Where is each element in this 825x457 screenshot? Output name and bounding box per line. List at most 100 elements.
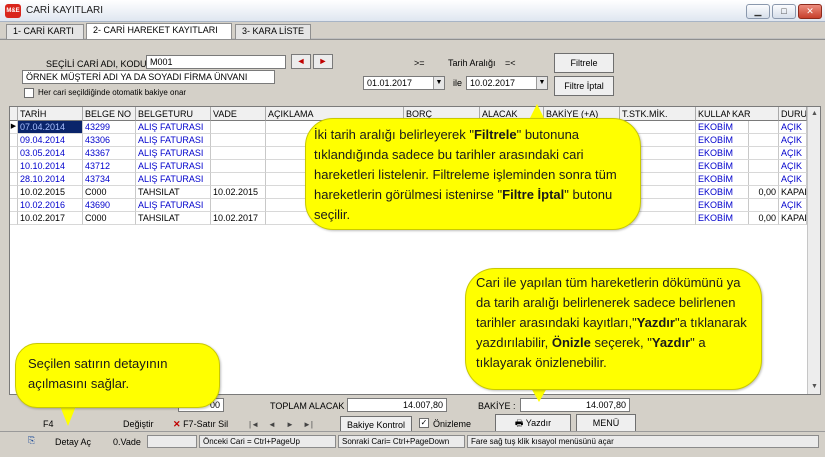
cell-tur[interactable]: ALIŞ FATURASI: [136, 134, 211, 147]
cell-tur[interactable]: ALIŞ FATURASI: [136, 199, 211, 212]
cell-tarih[interactable]: 10.02.2015: [18, 186, 83, 199]
auto-balance-checkbox[interactable]: [24, 88, 34, 98]
tab-cari-hareket-kayitlari[interactable]: 2- CARİ HAREKET KAYITLARI: [86, 23, 232, 39]
cell-tarih[interactable]: 09.04.2014: [18, 134, 83, 147]
tab-kara-liste[interactable]: 3- KARA LİSTE: [235, 24, 311, 39]
filter-cancel-button[interactable]: Filtre İptal: [554, 76, 614, 96]
cell-tur[interactable]: ALIŞ FATURASI: [136, 147, 211, 160]
cell-durum[interactable]: AÇIK: [779, 160, 807, 173]
cell-tarih[interactable]: 10.02.2017: [18, 212, 83, 225]
onceki-cari-hint: Önceki Cari = Ctrl+PageUp: [199, 435, 336, 448]
cell-belge[interactable]: C000: [83, 212, 136, 225]
cell-kar[interactable]: [730, 134, 779, 147]
cell-belge[interactable]: 43734: [83, 173, 136, 186]
date-to-value: 10.02.2017: [470, 78, 516, 88]
cari-name-field[interactable]: ÖRNEK MÜŞTERİ ADI YA DA SOYADI FİRMA ÜNV…: [22, 70, 275, 84]
column-header[interactable]: TARİH: [18, 107, 83, 121]
cell-durum[interactable]: AÇIK: [779, 147, 807, 160]
row-indicator: [10, 212, 18, 225]
next-cari-button[interactable]: ►: [313, 54, 333, 69]
cell-tarih[interactable]: 07.04.2014: [18, 121, 83, 134]
cell-belge[interactable]: C000: [83, 186, 136, 199]
cell-vade[interactable]: 10.02.2017: [211, 212, 266, 225]
prev-cari-button[interactable]: ◄: [291, 54, 311, 69]
cell-vade[interactable]: [211, 121, 266, 134]
row-indicator: [10, 199, 18, 212]
cell-vade[interactable]: 10.02.2015: [211, 186, 266, 199]
callout-text: seçerek, ": [590, 335, 652, 350]
cell-kar[interactable]: [730, 173, 779, 186]
cell-vade[interactable]: [211, 160, 266, 173]
column-header[interactable]: KAR: [730, 107, 779, 121]
delete-row-label: F7-Satır Sil: [183, 419, 229, 429]
nav-next-button[interactable]: ►: [284, 419, 296, 431]
cell-durum[interactable]: AÇIK: [779, 173, 807, 186]
cell-durum[interactable]: AÇIK: [779, 134, 807, 147]
row-indicator: [10, 147, 18, 160]
date-to-picker[interactable]: 10.02.2017 ▼: [466, 76, 548, 90]
cell-kar[interactable]: 0,00: [730, 186, 779, 199]
filter-button[interactable]: Filtrele: [554, 53, 614, 73]
cell-vade[interactable]: [211, 147, 266, 160]
cell-belge[interactable]: 43299: [83, 121, 136, 134]
cell-belge[interactable]: 43306: [83, 134, 136, 147]
date-from-picker[interactable]: 01.01.2017 ▼: [363, 76, 445, 90]
cell-kar[interactable]: [730, 147, 779, 160]
cell-tarih[interactable]: 10.02.2016: [18, 199, 83, 212]
printer-icon: 🖶: [514, 418, 524, 428]
column-header[interactable]: VADE: [211, 107, 266, 121]
nav-first-button[interactable]: |◄: [248, 419, 260, 431]
close-button[interactable]: ✕: [798, 4, 822, 19]
date-from-value: 01.01.2017: [367, 78, 413, 88]
cell-kar[interactable]: [730, 199, 779, 212]
detay-ac-button[interactable]: Detay Aç: [52, 434, 94, 451]
nav-prev-button[interactable]: ◄: [266, 419, 278, 431]
cell-tur[interactable]: ALIŞ FATURASI: [136, 160, 211, 173]
cell-vade[interactable]: [211, 134, 266, 147]
cell-tarih[interactable]: 10.10.2014: [18, 160, 83, 173]
column-header[interactable]: T.STK.MİK.: [620, 107, 696, 121]
cell-tur[interactable]: ALIŞ FATURASI: [136, 121, 211, 134]
onizleme-checkbox[interactable]: ✓: [419, 418, 429, 428]
nav-last-button[interactable]: ►|: [302, 419, 314, 431]
cell-tur[interactable]: ALIŞ FATURASI: [136, 173, 211, 186]
cell-durum[interactable]: KAPALI: [779, 212, 807, 225]
date-range-label: Tarih Aralığı: [448, 58, 496, 68]
help-hint: Fare sağ tuş klik kısayol menüsünü açar: [467, 435, 819, 448]
cell-tarih[interactable]: 03.05.2014: [18, 147, 83, 160]
cell-kar[interactable]: 0,00: [730, 212, 779, 225]
cell-belge[interactable]: 43690: [83, 199, 136, 212]
scroll-up-icon[interactable]: ▲: [808, 107, 820, 120]
cari-code-field[interactable]: M001: [146, 55, 286, 69]
callout-pointer: [531, 388, 547, 402]
cell-tur[interactable]: TAHSILAT: [136, 212, 211, 225]
tab-cari-karti[interactable]: 1- CARİ KARTI: [6, 24, 84, 39]
maximize-button[interactable]: □: [772, 4, 796, 19]
cell-durum[interactable]: AÇIK: [779, 199, 807, 212]
cell-kar[interactable]: [730, 121, 779, 134]
cell-belge[interactable]: 43712: [83, 160, 136, 173]
vade-button[interactable]: 0.Vade: [110, 434, 144, 451]
yazdir-label: Yazdır: [525, 418, 552, 428]
cell-vade[interactable]: [211, 199, 266, 212]
sonraki-cari-hint: Sonraki Cari= Ctrl+PageDown: [338, 435, 465, 448]
chevron-down-icon[interactable]: ▼: [536, 77, 547, 89]
cell-tarih[interactable]: 28.10.2014: [18, 173, 83, 186]
callout-bold: Filtrele: [473, 127, 517, 142]
cell-belge[interactable]: 43367: [83, 147, 136, 160]
cell-durum[interactable]: AÇIK: [779, 121, 807, 134]
cell-durum[interactable]: KAPALI: [779, 186, 807, 199]
minimize-button[interactable]: ▁: [746, 4, 770, 19]
cell-vade[interactable]: [211, 173, 266, 186]
cell-kar[interactable]: [730, 160, 779, 173]
column-header[interactable]: BELGETURU: [136, 107, 211, 121]
menu-button[interactable]: MENÜ: [576, 414, 636, 432]
toplam-alacak-label: TOPLAM ALACAK :: [270, 401, 350, 411]
chevron-down-icon[interactable]: ▼: [433, 77, 444, 89]
cell-tur[interactable]: TAHSILAT: [136, 186, 211, 199]
yazdir-button[interactable]: 🖶 Yazdır: [495, 414, 571, 432]
column-header[interactable]: BELGE NO: [83, 107, 136, 121]
column-header[interactable]: DURUM: [779, 107, 807, 121]
scroll-down-icon[interactable]: ▼: [808, 380, 820, 393]
vertical-scrollbar[interactable]: ▲ ▼: [807, 107, 820, 394]
